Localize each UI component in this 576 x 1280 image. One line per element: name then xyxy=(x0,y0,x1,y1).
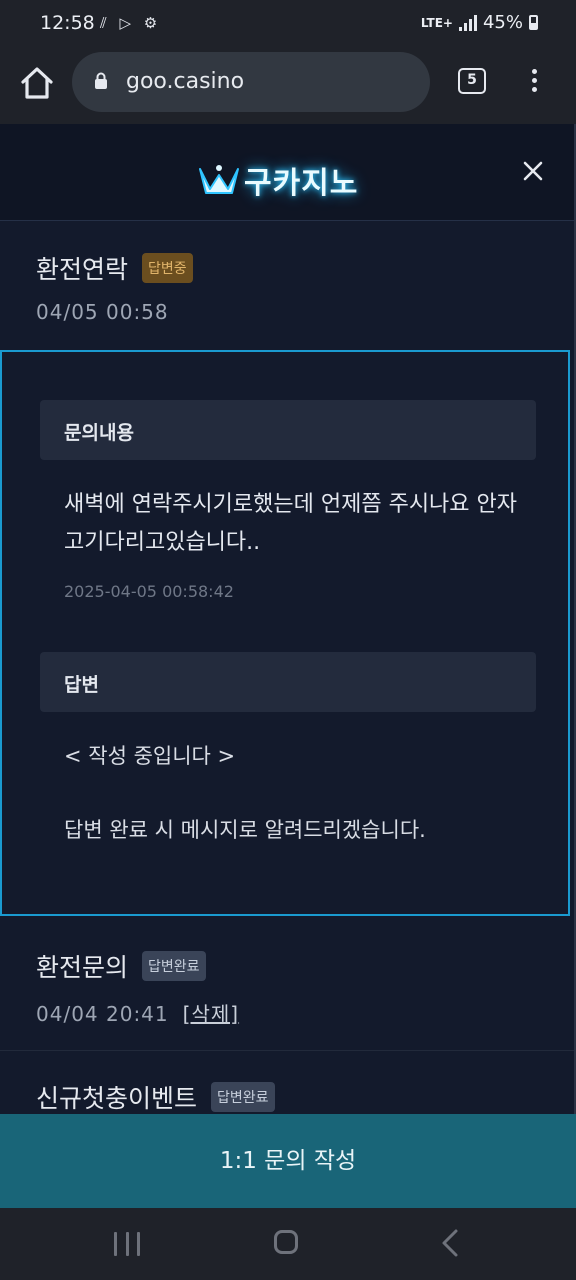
recent-apps-icon[interactable] xyxy=(114,1232,140,1256)
inquiry-title: 신규첫충이벤트 xyxy=(36,1084,198,1113)
answer-note: 답변 완료 시 메시지로 알려드리겠습니다. xyxy=(64,818,426,842)
question-header-label: 문의내용 xyxy=(64,422,134,444)
inquiry-detail: 문의내용 새벽에 연락주시기로했는데 언제쯤 주시나요 안자고기다리고있습니다.… xyxy=(0,350,570,916)
network-type: LTE+ xyxy=(420,15,453,30)
inquiry-date-row: 04/04 20:41 [삭제] xyxy=(36,998,239,1027)
inquiry-title: 환전연락 xyxy=(36,255,129,284)
inquiry-title: 환전문의 xyxy=(36,953,129,982)
inquiry-item[interactable]: 신규첫충이벤트 답변완료 xyxy=(0,1051,574,1114)
status-right: LTE+ 45% xyxy=(421,12,538,33)
question-header: 문의내용 xyxy=(40,400,536,460)
status-badge: 답변완료 xyxy=(142,951,206,981)
battery-level: 45% xyxy=(482,12,523,33)
battery-icon xyxy=(529,15,538,30)
lock-icon xyxy=(95,72,107,89)
answer-header-label: 답변 xyxy=(64,674,99,696)
browser-toolbar: goo.casino 5 xyxy=(0,48,576,124)
answer-header: 답변 xyxy=(40,652,536,712)
close-icon[interactable] xyxy=(520,158,546,184)
back-icon[interactable] xyxy=(440,1228,460,1258)
signal-icon xyxy=(458,14,477,31)
question-body: 새벽에 연락주시기로했는데 언제쯤 주시나요 안자고기다리고있습니다.. xyxy=(64,492,518,555)
inquiry-item-current[interactable]: 환전연락 답변중 04/05 00:58 xyxy=(0,220,574,350)
home-icon[interactable] xyxy=(18,64,56,102)
logo-text: 구카지노 xyxy=(244,166,359,201)
inquiry-item[interactable]: 환전문의 답변완료 04/04 20:41 [삭제] xyxy=(0,918,574,1050)
inquiry-date: 04/04 20:41 xyxy=(36,1002,169,1026)
status-bar: 12:58 ⫽ ▷ ⚙ LTE+ 45% xyxy=(0,0,576,48)
status-time: 12:58 xyxy=(40,12,95,34)
notification-icons: ⫽ ▷ ⚙ xyxy=(100,14,162,32)
delete-link[interactable]: [삭제] xyxy=(183,1002,239,1026)
inquiry-modal: 구카지노 환전연락 답변중 04/05 00:58 문의내용 새벽에 연락주시기… xyxy=(0,124,576,1114)
tab-switcher-button[interactable]: 5 xyxy=(458,68,486,94)
address-bar[interactable]: goo.casino xyxy=(72,52,430,112)
crown-icon xyxy=(199,165,239,194)
modal-header: 구카지노 xyxy=(0,124,574,221)
inquiry-date: 04/05 00:58 xyxy=(36,300,169,324)
write-inquiry-button[interactable]: 1:1 문의 작성 xyxy=(0,1114,576,1208)
status-badge: 답변완료 xyxy=(211,1082,275,1112)
system-nav-bar xyxy=(0,1208,576,1280)
inquiry-title-row: 환전문의 답변완료 xyxy=(36,948,206,984)
inquiry-title-row: 환전연락 답변중 xyxy=(36,250,193,286)
question-timestamp: 2025-04-05 00:58:42 xyxy=(64,582,234,601)
home-nav-icon[interactable] xyxy=(274,1230,298,1254)
logo: 구카지노 xyxy=(198,158,358,202)
url-text: goo.casino xyxy=(126,69,245,94)
answer-status: < 작성 중입니다 > xyxy=(64,744,236,768)
overflow-menu-icon[interactable] xyxy=(524,66,544,100)
status-badge: 답변중 xyxy=(142,253,193,283)
inquiry-title-row: 신규첫충이벤트 답변완료 xyxy=(36,1079,275,1114)
